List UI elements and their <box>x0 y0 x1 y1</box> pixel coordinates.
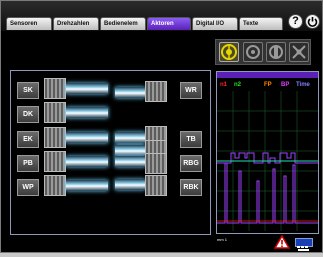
tab-bar: Sensoren Drehzahlen Bedienelem Aktoren D… <box>1 1 322 31</box>
legend-n2: n2 <box>234 82 242 88</box>
tab-bedienelem[interactable]: Bedienelem <box>100 17 146 30</box>
tab-drehzahlen[interactable]: Drehzahlen <box>53 17 99 30</box>
label-dk[interactable]: DK <box>17 106 39 123</box>
trace-time <box>217 162 318 224</box>
tab-digital-io[interactable]: Digital I/O <box>192 17 238 30</box>
app-window: Sensoren Drehzahlen Bedienelem Aktoren D… <box>0 0 323 253</box>
heater-icon <box>269 45 283 59</box>
status-text: mm 1 <box>217 237 227 242</box>
help-button[interactable]: ? <box>288 14 303 29</box>
beam-rbg <box>115 156 145 167</box>
label-pb[interactable]: PB <box>17 155 39 172</box>
valve-gear-icon <box>221 44 237 60</box>
tab-sensoren[interactable]: Sensoren <box>6 17 52 30</box>
actuator-mode-toolbar <box>215 39 311 65</box>
pump-mode-button[interactable] <box>243 42 263 62</box>
legend-fp: FP <box>264 82 272 88</box>
label-wr[interactable]: WR <box>180 82 202 99</box>
valve-sk[interactable] <box>44 78 66 99</box>
graph-header-bar <box>217 72 318 78</box>
label-rbg[interactable]: RBG <box>180 155 202 172</box>
beam-pb <box>66 156 108 167</box>
fan-icon <box>292 45 306 59</box>
legend-n1: n1 <box>220 82 228 88</box>
legend-bp: BP <box>281 82 290 88</box>
signal-graph-panel: n1 n2 FP BP Time <box>216 71 319 234</box>
beam-rbk <box>115 179 145 190</box>
actuator-panel: SK DK EK PB WP WR TB RBG RBK <box>10 70 211 235</box>
valve-wr[interactable] <box>145 81 167 102</box>
label-ek[interactable]: EK <box>17 131 39 148</box>
power-button[interactable] <box>305 14 320 29</box>
legend-time: Time <box>296 82 310 88</box>
pump-icon <box>246 45 260 59</box>
label-tb[interactable]: TB <box>180 131 202 148</box>
label-sk[interactable]: SK <box>17 82 39 99</box>
keyboard-keys-icon <box>297 246 309 251</box>
beam-wr <box>115 87 145 98</box>
warning-icon[interactable] <box>274 235 290 249</box>
beam-ek <box>66 132 108 143</box>
valve-dk[interactable] <box>44 102 66 123</box>
valve-ek[interactable] <box>44 127 66 148</box>
beam-tb-1 <box>115 132 145 143</box>
label-rbk[interactable]: RBK <box>180 179 202 196</box>
beam-sk <box>66 83 108 94</box>
heater-mode-button[interactable] <box>266 42 286 62</box>
beam-wp <box>66 180 108 191</box>
label-wp[interactable]: WP <box>17 179 39 196</box>
tab-aktoren[interactable]: Aktoren <box>147 17 191 30</box>
valve-pb[interactable] <box>44 151 66 172</box>
signal-plot <box>217 91 318 231</box>
power-icon <box>307 17 318 27</box>
valve-mode-button[interactable] <box>219 42 239 62</box>
beam-dk <box>66 107 108 118</box>
keyboard-icon[interactable] <box>295 238 313 251</box>
fan-mode-button[interactable] <box>289 42 309 62</box>
valve-rbk[interactable] <box>145 175 167 196</box>
tab-texte[interactable]: Texte <box>239 17 283 30</box>
valve-rbg[interactable] <box>145 153 167 174</box>
beam-tb-2 <box>115 145 145 156</box>
valve-wp[interactable] <box>44 175 66 196</box>
